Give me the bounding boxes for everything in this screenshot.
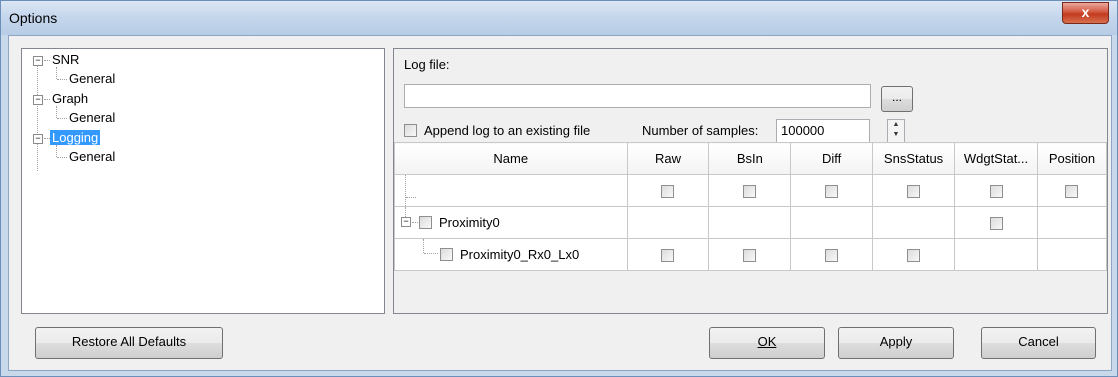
proximity0-label: Proximity0 [439,215,500,230]
tree-line [424,253,438,254]
col-position[interactable]: Position [1036,142,1108,175]
log-file-label: Log file: [404,57,450,72]
dialog-body: − SNR General − Graph General − Logging … [8,35,1112,371]
title-bar[interactable]: Options x [1,1,1117,35]
tree-line [56,106,57,118]
spin-down-icon[interactable]: ▼ [888,130,904,140]
samples-label: Number of samples: [642,123,759,138]
collapse-icon[interactable]: − [33,95,43,105]
row-sensor-name: Proximity0_Rx0_Lx0 [394,238,628,271]
raw-checkbox[interactable] [661,185,675,199]
browse-button[interactable]: ... [881,86,913,112]
tree-line [37,63,38,171]
snsstatus-checkbox[interactable] [907,185,921,199]
channels-grid: Name Raw BsIn Diff SnsStatus WdgtStat...… [394,142,1108,313]
ok-button[interactable]: OK [709,327,825,359]
tree-line [44,99,50,100]
sensor-label: Proximity0_Rx0_Lx0 [460,247,580,262]
wdgtstatus-checkbox[interactable] [989,185,1003,199]
row-root-name [394,174,628,207]
window-title: Options [9,10,58,26]
tree-line [44,60,50,61]
grid-header-row: Name Raw BsIn Diff SnsStatus WdgtStat...… [394,142,1108,175]
col-snsstatus[interactable]: SnsStatus [872,142,956,175]
tree-line [57,79,67,80]
samples-input[interactable]: 100000 [776,119,870,143]
tree-item-logging[interactable]: Logging [50,130,101,146]
tree-line [405,175,406,206]
col-name[interactable]: Name [394,142,628,175]
options-tree[interactable]: − SNR General − Graph General − Logging … [21,48,385,314]
splitter[interactable] [388,48,392,312]
sensor-bsin-checkbox[interactable] [743,249,757,263]
apply-button[interactable]: Apply [838,327,954,359]
tree-item-graph[interactable]: Graph [52,91,88,107]
logging-panel: Log file: ... Append log to an existing … [393,48,1108,314]
table-row: − Proximity0 [394,206,1108,239]
sensor-diff-checkbox[interactable] [825,249,839,263]
sensor-snsstatus-checkbox[interactable] [907,249,921,263]
bsin-checkbox[interactable] [743,185,757,199]
col-bsin[interactable]: BsIn [708,142,792,175]
tree-line [406,197,416,198]
col-raw[interactable]: Raw [626,142,710,175]
tree-item-snr-general[interactable]: General [69,71,115,87]
proximity0-checkbox[interactable] [419,216,432,229]
tree-line [57,157,67,158]
tree-line [56,145,57,157]
tree-item-snr[interactable]: SNR [52,52,79,68]
tree-line [57,118,67,119]
spin-up-icon[interactable]: ▲ [888,120,904,130]
tree-item-logging-label: Logging [50,130,101,145]
collapse-icon[interactable]: − [33,56,43,66]
sensor-raw-checkbox[interactable] [661,249,675,263]
log-file-input[interactable] [404,84,871,108]
samples-spinner[interactable]: ▲ ▼ [887,119,905,143]
col-wdgtstatus[interactable]: WdgtStat... [954,142,1038,175]
row-widget-name: − Proximity0 [394,206,628,239]
cancel-button[interactable]: Cancel [981,327,1096,359]
ok-label: OK [757,334,777,349]
options-window: Options x − SNR General − Graph General … [0,0,1118,377]
sensor-checkbox[interactable] [440,248,453,261]
diff-checkbox[interactable] [825,185,839,199]
restore-defaults-button[interactable]: Restore All Defaults [35,327,223,359]
tree-line [423,239,424,253]
proximity0-wdgtstatus-checkbox[interactable] [989,217,1003,231]
tree-item-graph-general[interactable]: General [69,110,115,126]
table-row [394,174,1108,207]
tree-item-logging-general[interactable]: General [69,149,115,165]
collapse-icon[interactable]: − [401,217,411,227]
position-checkbox[interactable] [1065,185,1079,199]
append-label: Append log to an existing file [424,123,591,138]
collapse-icon[interactable]: − [33,134,43,144]
close-button[interactable]: x [1062,2,1109,24]
table-row: Proximity0_Rx0_Lx0 [394,238,1108,271]
append-checkbox[interactable] [404,124,417,137]
col-diff[interactable]: Diff [790,142,874,175]
tree-line [412,222,418,223]
tree-line [56,67,57,79]
